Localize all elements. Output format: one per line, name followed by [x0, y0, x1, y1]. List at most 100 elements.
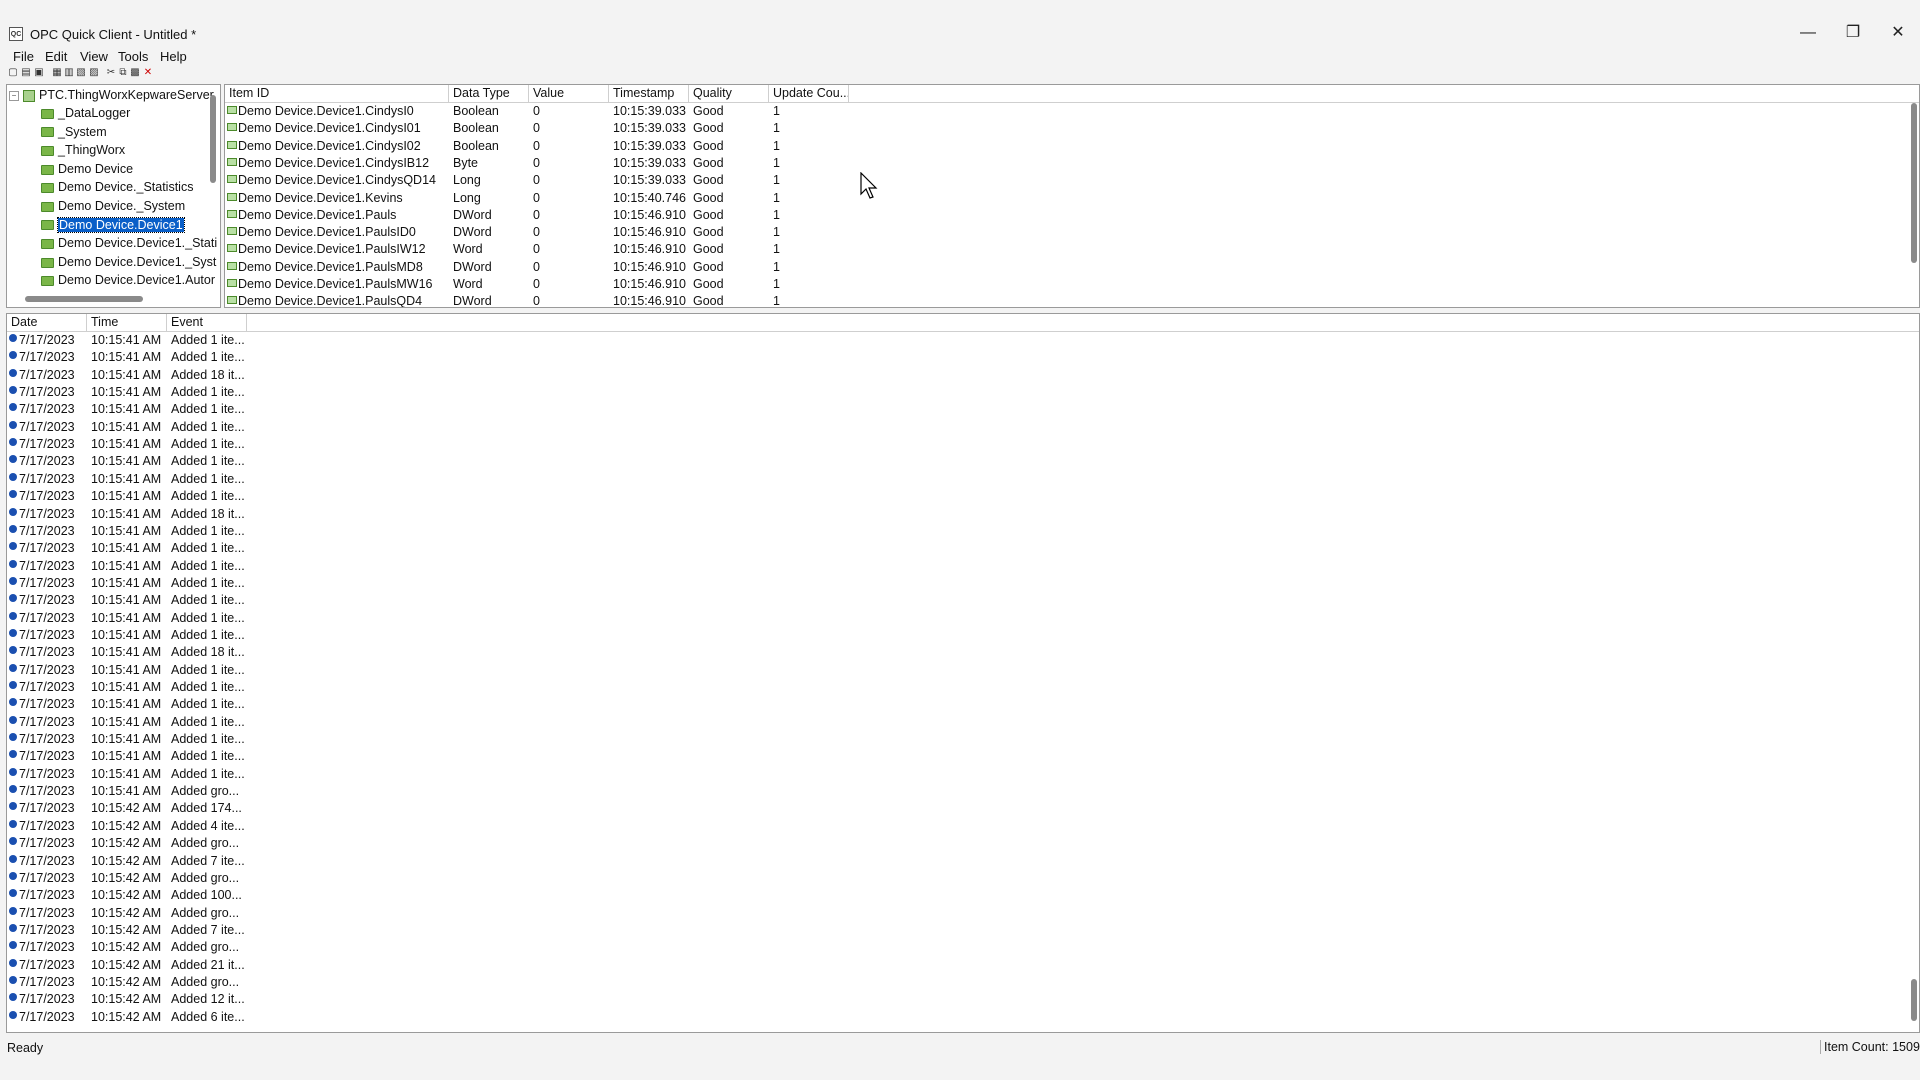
column-data-type[interactable]: Data Type: [449, 85, 529, 102]
log-row[interactable]: 7/17/2023 10:15:41 AM Added 1 ite...: [7, 419, 1919, 436]
log-row[interactable]: 7/17/2023 10:15:41 AM Added 1 ite...: [7, 575, 1919, 592]
menu-view[interactable]: View: [80, 49, 108, 64]
tree-vertical-scrollbar[interactable]: [210, 95, 216, 183]
open-icon[interactable]: ▤: [21, 68, 31, 78]
log-row[interactable]: 7/17/2023 10:15:41 AM Added 1 ite...: [7, 592, 1919, 609]
table-row[interactable]: Demo Device.Device1.CindysI0 Boolean 0 10:1…: [225, 103, 1919, 120]
restore-button[interactable]: ❐: [1831, 18, 1875, 48]
tree-item[interactable]: Demo Device.Device1.Autor: [41, 271, 215, 289]
log-row[interactable]: 7/17/2023 10:15:41 AM Added 1 ite...: [7, 662, 1919, 679]
paste-icon[interactable]: ▩: [130, 68, 140, 78]
table-row[interactable]: Demo Device.Device1.PaulsID0 DWord 0 10:15:…: [225, 224, 1919, 241]
tree-item[interactable]: Demo Device.Device1: [41, 216, 185, 234]
menu-tools[interactable]: Tools: [118, 49, 148, 64]
log-row[interactable]: 7/17/2023 10:15:42 AM Added 7 ite...: [7, 922, 1919, 939]
tree-item[interactable]: Demo Device.Device1._Syst: [41, 253, 216, 271]
items-vertical-scrollbar[interactable]: [1911, 103, 1917, 263]
log-row[interactable]: 7/17/2023 10:15:42 AM Added 100...: [7, 887, 1919, 904]
log-row[interactable]: 7/17/2023 10:15:41 AM Added 1 ite...: [7, 523, 1919, 540]
log-row[interactable]: 7/17/2023 10:15:42 AM Added gro...: [7, 870, 1919, 887]
log-row[interactable]: 7/17/2023 10:15:41 AM Added 1 ite...: [7, 332, 1919, 349]
log-row[interactable]: 7/17/2023 10:15:41 AM Added 18 it...: [7, 644, 1919, 661]
log-row[interactable]: 7/17/2023 10:15:42 AM Added 21 it...: [7, 957, 1919, 974]
tree-item[interactable]: _System: [41, 123, 107, 141]
log-row[interactable]: 7/17/2023 10:15:42 AM Added gro...: [7, 905, 1919, 922]
tree-item[interactable]: Demo Device._Statistics: [41, 178, 193, 196]
collapse-icon[interactable]: −: [9, 90, 19, 101]
log-row[interactable]: 7/17/2023 10:15:41 AM Added 1 ite...: [7, 349, 1919, 366]
new-server-icon[interactable]: ▦: [52, 68, 62, 78]
save-icon[interactable]: ▣: [34, 68, 44, 78]
log-row[interactable]: 7/17/2023 10:15:41 AM Added 1 ite...: [7, 679, 1919, 696]
tree-item[interactable]: Demo Device._System: [41, 197, 185, 215]
log-row[interactable]: 7/17/2023 10:15:41 AM Added 1 ite...: [7, 558, 1919, 575]
log-row[interactable]: 7/17/2023 10:15:41 AM Added 1 ite...: [7, 610, 1919, 627]
new-icon[interactable]: ▢: [8, 68, 18, 78]
log-vertical-scrollbar[interactable]: [1911, 979, 1917, 1021]
log-row[interactable]: 7/17/2023 10:15:42 AM Added 174...: [7, 800, 1919, 817]
log-row[interactable]: 7/17/2023 10:15:41 AM Added 1 ite...: [7, 714, 1919, 731]
table-row[interactable]: Demo Device.Device1.CindysQD14 Long 0 10:15…: [225, 172, 1919, 189]
log-row[interactable]: 7/17/2023 10:15:41 AM Added 1 ite...: [7, 471, 1919, 488]
column-quality[interactable]: Quality: [689, 85, 769, 102]
table-row[interactable]: Demo Device.Device1.CindysI02 Boolean 0 10:…: [225, 138, 1919, 155]
table-row[interactable]: Demo Device.Device1.PaulsIW12 Word 0 10:15:…: [225, 241, 1919, 258]
log-row[interactable]: 7/17/2023 10:15:42 AM Added gro...: [7, 939, 1919, 956]
log-row[interactable]: 7/17/2023 10:15:42 AM Added 6 ite...: [7, 1009, 1919, 1026]
log-row[interactable]: 7/17/2023 10:15:41 AM Added 1 ite...: [7, 696, 1919, 713]
column-time[interactable]: Time: [87, 314, 167, 331]
table-row[interactable]: Demo Device.Device1.Kevins Long 0 10:15:40.…: [225, 190, 1919, 207]
log-row[interactable]: 7/17/2023 10:15:41 AM Added gro...: [7, 783, 1919, 800]
log-row[interactable]: 7/17/2023 10:15:41 AM Added 1 ite...: [7, 627, 1919, 644]
log-row[interactable]: 7/17/2023 10:15:41 AM Added 1 ite...: [7, 401, 1919, 418]
new-item-icon[interactable]: ▧: [76, 68, 86, 78]
log-row[interactable]: 7/17/2023 10:15:41 AM Added 1 ite...: [7, 766, 1919, 783]
toolbar: ▢ ▤ ▣ ▦ ▥ ▧ ▨ ✂ ⧉ ▩ ✕: [0, 67, 1920, 83]
log-row[interactable]: 7/17/2023 10:15:41 AM Added 1 ite...: [7, 384, 1919, 401]
log-row[interactable]: 7/17/2023 10:15:41 AM Added 18 it...: [7, 506, 1919, 523]
log-cell: Added 1 ite...: [171, 489, 245, 504]
delete-icon[interactable]: ✕: [143, 68, 153, 78]
column-item-id[interactable]: Item ID: [225, 85, 449, 102]
log-row[interactable]: 7/17/2023 10:15:41 AM Added 1 ite...: [7, 731, 1919, 748]
table-row[interactable]: Demo Device.Device1.PaulsMW16 Word 0 10:15:…: [225, 276, 1919, 293]
log-row[interactable]: 7/17/2023 10:15:42 AM Added gro...: [7, 974, 1919, 991]
log-row[interactable]: 7/17/2023 10:15:41 AM Added 1 ite...: [7, 436, 1919, 453]
cut-icon[interactable]: ✂: [106, 68, 116, 78]
tree-item[interactable]: Demo Device.Device1._Stati: [41, 234, 217, 252]
minimize-button[interactable]: —: [1786, 18, 1830, 48]
log-row[interactable]: 7/17/2023 10:15:42 AM Added gro...: [7, 835, 1919, 852]
table-row[interactable]: Demo Device.Device1.Pauls DWord 0 10:15:46.…: [225, 207, 1919, 224]
table-row[interactable]: Demo Device.Device1.CindysIB12 Byte 0 10:15…: [225, 155, 1919, 172]
menu-file[interactable]: File: [13, 49, 34, 64]
column-event[interactable]: Event: [167, 314, 247, 331]
new-group-icon[interactable]: ▥: [64, 68, 74, 78]
close-button[interactable]: ✕: [1876, 18, 1920, 48]
tree-item[interactable]: Demo Device: [41, 160, 133, 178]
tree-horizontal-scrollbar[interactable]: [25, 296, 143, 302]
tree-item[interactable]: _ThingWorx: [41, 141, 125, 159]
info-icon: [9, 351, 17, 360]
table-row[interactable]: Demo Device.Device1.CindysI01 Boolean 0 10:…: [225, 120, 1919, 137]
tree-item[interactable]: _DataLogger: [41, 104, 130, 122]
log-row[interactable]: 7/17/2023 10:15:42 AM Added 12 it...: [7, 991, 1919, 1008]
table-row[interactable]: Demo Device.Device1.PaulsQD4 DWord 0 10:15:…: [225, 293, 1919, 307]
log-row[interactable]: 7/17/2023 10:15:42 AM Added 4 ite...: [7, 818, 1919, 835]
column-date[interactable]: Date: [7, 314, 87, 331]
log-row[interactable]: 7/17/2023 10:15:41 AM Added 18 it...: [7, 367, 1919, 384]
log-row[interactable]: 7/17/2023 10:15:42 AM Added 7 ite...: [7, 853, 1919, 870]
log-row[interactable]: 7/17/2023 10:15:41 AM Added 1 ite...: [7, 748, 1919, 765]
table-row[interactable]: Demo Device.Device1.PaulsMD8 DWord 0 10:15:…: [225, 259, 1919, 276]
log-row[interactable]: 7/17/2023 10:15:41 AM Added 1 ite...: [7, 540, 1919, 557]
column-value[interactable]: Value: [529, 85, 609, 102]
log-row[interactable]: 7/17/2023 10:15:41 AM Added 1 ite...: [7, 488, 1919, 505]
column-timestamp[interactable]: Timestamp: [609, 85, 689, 102]
menu-help[interactable]: Help: [160, 49, 187, 64]
log-cell: 7/17/2023: [19, 801, 75, 816]
tree-server-node[interactable]: − PTC.ThingWorxKepwareServer: [9, 86, 214, 104]
menu-edit[interactable]: Edit: [45, 49, 67, 64]
properties-icon[interactable]: ▨: [89, 68, 99, 78]
column-update-count[interactable]: Update Cou...: [769, 85, 849, 102]
log-row[interactable]: 7/17/2023 10:15:41 AM Added 1 ite...: [7, 453, 1919, 470]
copy-icon[interactable]: ⧉: [118, 68, 128, 78]
